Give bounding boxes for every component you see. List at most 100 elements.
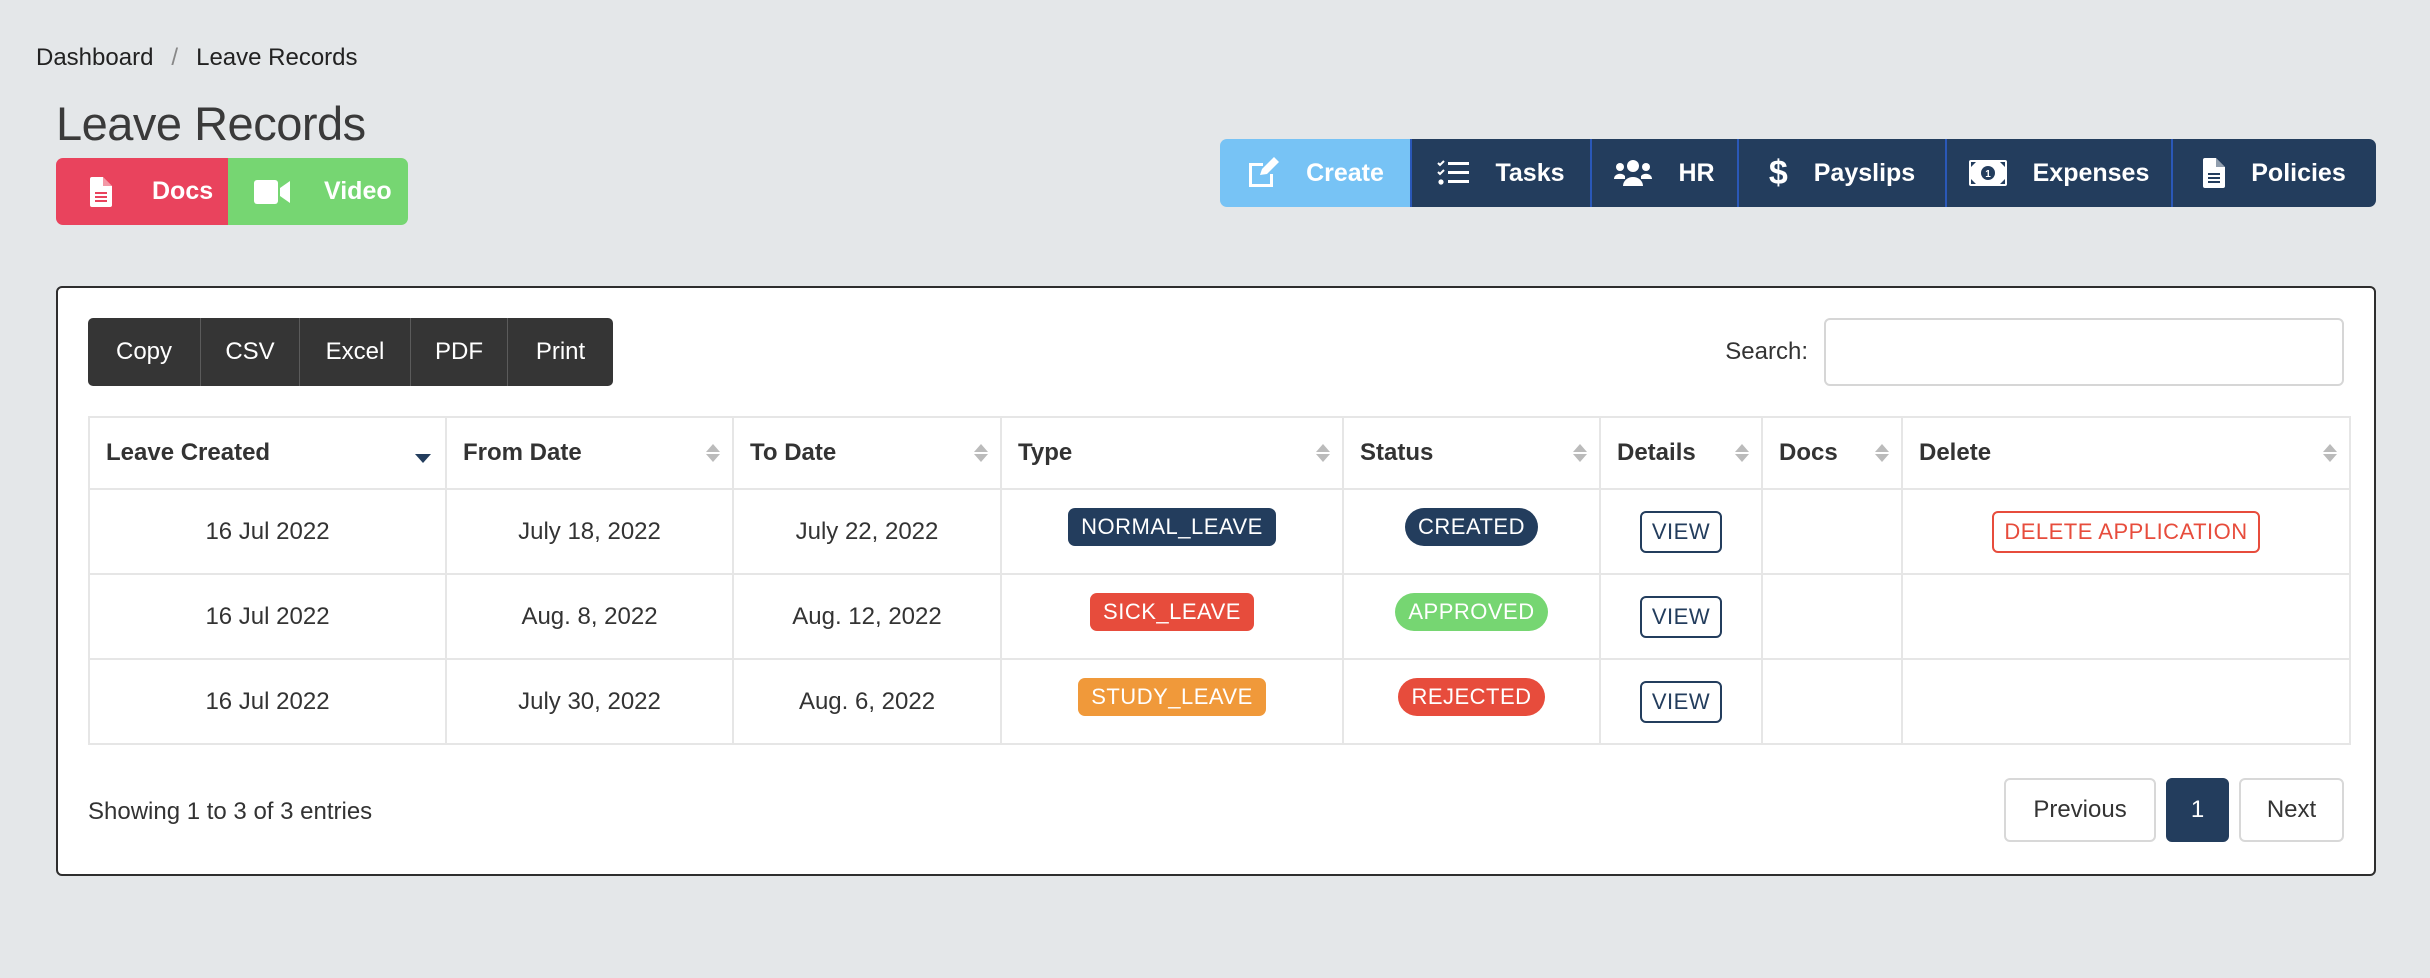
column-header-label: Status — [1360, 439, 1434, 466]
view-button[interactable]: VIEW — [1639, 595, 1723, 638]
search-label: Search: — [1725, 338, 1808, 365]
cell-to-date: July 22, 2022 — [732, 488, 1002, 575]
status-badge: APPROVED — [1395, 592, 1548, 631]
column-header-details[interactable]: Details — [1599, 416, 1763, 490]
tasks-icon — [1437, 159, 1470, 187]
breadcrumb-separator: / — [171, 44, 179, 71]
breadcrumb: Dashboard / Leave Records — [36, 44, 358, 72]
column-header-leave-created[interactable]: Leave Created — [88, 416, 447, 490]
cell-delete — [1901, 658, 2351, 745]
nav-expenses-label: Expenses — [2032, 158, 2150, 187]
delete-application-button[interactable]: DELETE APPLICATION — [1992, 510, 2260, 553]
nav-hr-button[interactable]: HR — [1590, 139, 1737, 207]
column-header-label: Delete — [1919, 439, 1992, 466]
video-button[interactable]: Video — [228, 158, 408, 225]
sort-icon — [1735, 444, 1749, 462]
search-input[interactable] — [1824, 318, 2344, 386]
nav-policies-button[interactable]: Policies — [2171, 139, 2376, 207]
cell-from-date: July 30, 2022 — [445, 658, 734, 745]
breadcrumb-dashboard-link[interactable]: Dashboard — [36, 44, 153, 72]
copy-button[interactable]: Copy — [88, 318, 200, 386]
excel-button[interactable]: Excel — [299, 318, 410, 386]
cell-docs — [1761, 573, 1903, 660]
nav-tasks-button[interactable]: Tasks — [1410, 139, 1590, 207]
money-bill-icon: 1 — [1968, 160, 2007, 186]
sort-desc-icon — [415, 454, 431, 464]
cell-leave-created: 16 Jul 2022 — [88, 488, 447, 575]
breadcrumb-current: Leave Records — [196, 44, 358, 71]
page-title: Leave Records — [56, 97, 366, 150]
cell-leave-created: 16 Jul 2022 — [88, 658, 447, 745]
file-icon — [90, 176, 112, 207]
page-1-button[interactable]: 1 — [2166, 778, 2229, 842]
previous-page-button[interactable]: Previous — [2004, 778, 2156, 842]
pdf-button[interactable]: PDF — [410, 318, 507, 386]
cell-from-date: July 18, 2022 — [445, 488, 734, 575]
column-header-type[interactable]: Type — [1000, 416, 1344, 490]
cell-details: VIEW — [1599, 573, 1763, 660]
cell-status: REJECTED — [1342, 658, 1601, 745]
nav-payslips-label: Payslips — [1813, 158, 1916, 187]
nav-payslips-button[interactable]: $ Payslips — [1737, 139, 1945, 207]
table-info: Showing 1 to 3 of 3 entries — [88, 798, 373, 825]
sort-icon — [1573, 444, 1587, 462]
sort-icon — [2323, 444, 2337, 462]
sort-icon — [1875, 444, 1889, 462]
docs-button[interactable]: Docs — [56, 158, 228, 225]
column-header-label: Type — [1018, 439, 1073, 466]
type-badge: STUDY_LEAVE — [1078, 677, 1266, 716]
print-button[interactable]: Print — [507, 318, 613, 386]
nav-create-label: Create — [1306, 158, 1384, 187]
leave-records-card: Copy CSV Excel PDF Print Search: Leave C… — [56, 286, 2376, 876]
column-header-from-date[interactable]: From Date — [445, 416, 734, 490]
type-badge: SICK_LEAVE — [1090, 592, 1254, 631]
column-header-label: To Date — [750, 439, 837, 466]
cell-status: CREATED — [1342, 488, 1601, 575]
video-camera-icon — [254, 179, 290, 205]
cell-to-date: Aug. 6, 2022 — [732, 658, 1002, 745]
cell-docs — [1761, 488, 1903, 575]
view-button[interactable]: VIEW — [1639, 680, 1723, 723]
users-icon — [1614, 159, 1653, 187]
nav-tasks-label: Tasks — [1495, 158, 1565, 187]
dollar-icon: $ — [1768, 153, 1788, 192]
sort-icon — [706, 444, 720, 462]
column-header-label: Docs — [1779, 439, 1838, 466]
svg-text:1: 1 — [1985, 169, 1991, 180]
cell-details: VIEW — [1599, 658, 1763, 745]
next-page-button[interactable]: Next — [2239, 778, 2344, 842]
leave-records-table: Leave Created From Date To Date Type Sta… — [88, 416, 2351, 745]
column-header-docs[interactable]: Docs — [1761, 416, 1903, 490]
export-button-group: Copy CSV Excel PDF Print — [88, 318, 613, 386]
nav-policies-label: Policies — [2251, 158, 2346, 187]
pagination: Previous 1 Next — [2004, 778, 2344, 842]
column-header-label: From Date — [463, 439, 582, 466]
cell-from-date: Aug. 8, 2022 — [445, 573, 734, 660]
column-header-to-date[interactable]: To Date — [732, 416, 1002, 490]
top-navigation: Create Tasks HR $ Payslips 1 Expenses Po… — [1220, 139, 2376, 207]
status-badge: CREATED — [1405, 507, 1538, 546]
csv-button[interactable]: CSV — [200, 318, 299, 386]
cell-status: APPROVED — [1342, 573, 1601, 660]
search-container: Search: — [1725, 318, 2344, 386]
type-badge: NORMAL_LEAVE — [1068, 507, 1276, 546]
column-header-status[interactable]: Status — [1342, 416, 1601, 490]
cell-details: VIEW — [1599, 488, 1763, 575]
table-header-row: Leave Created From Date To Date Type Sta… — [88, 416, 2351, 490]
column-header-label: Details — [1617, 439, 1696, 466]
view-button[interactable]: VIEW — [1639, 510, 1723, 553]
column-header-label: Leave Created — [106, 439, 271, 466]
column-header-delete[interactable]: Delete — [1901, 416, 2351, 490]
sort-icon — [974, 444, 988, 462]
nav-create-button[interactable]: Create — [1220, 139, 1410, 207]
sort-icon — [1316, 444, 1330, 462]
file-alt-icon — [2203, 158, 2226, 188]
cell-delete: DELETE APPLICATION — [1901, 488, 2351, 575]
video-button-label: Video — [324, 177, 392, 205]
media-button-group: Docs Video — [56, 158, 408, 225]
nav-expenses-button[interactable]: 1 Expenses — [1945, 139, 2171, 207]
status-badge: REJECTED — [1398, 677, 1545, 716]
table-row: 16 Jul 2022 Aug. 8, 2022 Aug. 12, 2022 S… — [88, 573, 2351, 660]
edit-icon — [1246, 157, 1280, 189]
cell-type: NORMAL_LEAVE — [1000, 488, 1344, 575]
